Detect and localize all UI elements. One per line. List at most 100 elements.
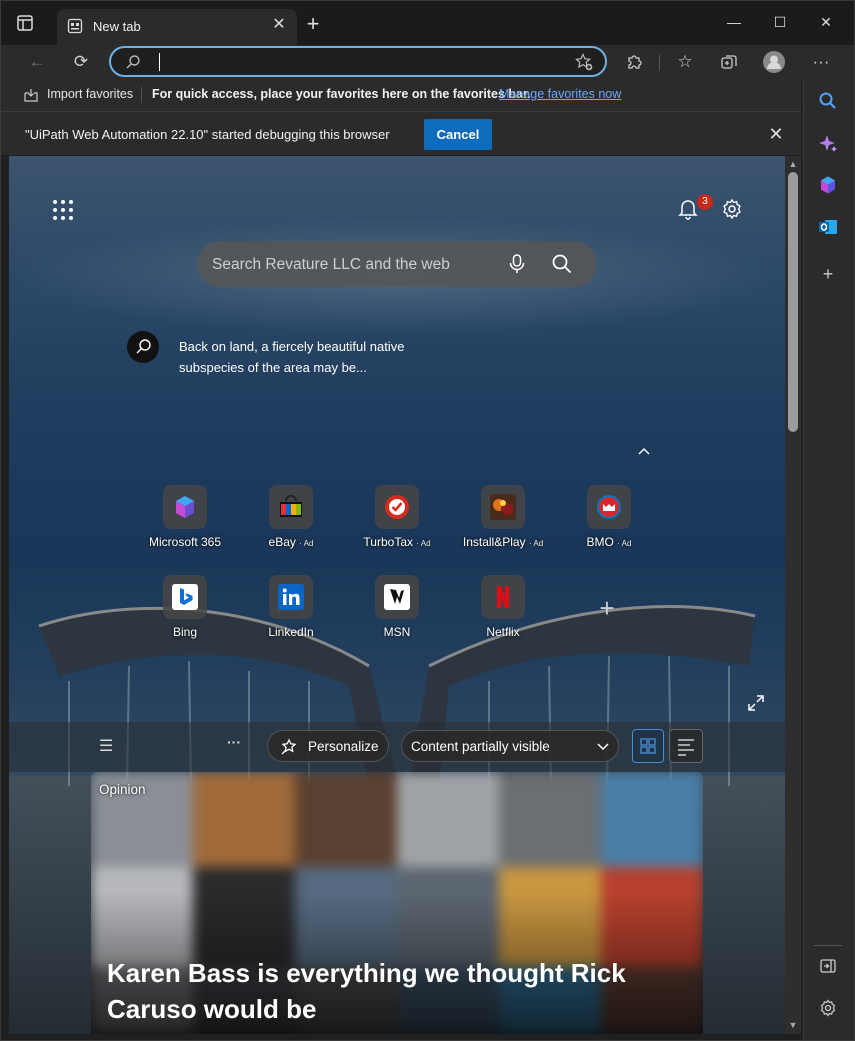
search-submit-icon[interactable] bbox=[551, 253, 573, 275]
quick-link-ebay[interactable]: eBay · Ad bbox=[246, 485, 336, 567]
ebay-icon bbox=[280, 495, 302, 517]
import-favorites-link[interactable]: Import favorites bbox=[47, 87, 133, 101]
search-placeholder: Search Revature LLC and the web bbox=[212, 256, 450, 273]
debugging-infobar: "UiPath Web Automation 22.10" started de… bbox=[1, 111, 801, 155]
tab-bar: New tab ✕ + — ☐ ✕ bbox=[1, 1, 854, 45]
page-scrollbar[interactable]: ▲ ▼ bbox=[785, 156, 801, 1034]
msn-icon bbox=[384, 584, 410, 610]
notifications-bell-icon[interactable] bbox=[677, 198, 699, 220]
more-options-icon[interactable]: ··· bbox=[807, 49, 835, 75]
chevron-down-icon bbox=[596, 739, 610, 753]
feed-menu-icon[interactable]: ☰ bbox=[99, 736, 117, 755]
expand-background-icon[interactable] bbox=[747, 694, 765, 712]
back-icon[interactable]: ← bbox=[23, 49, 51, 75]
tile-label: LinkedIn bbox=[268, 625, 314, 639]
card-headline[interactable]: Karen Bass is everything we thought Rick… bbox=[107, 955, 667, 1027]
favbar-separator bbox=[141, 87, 142, 103]
tile-label: BMO bbox=[586, 535, 614, 549]
favorites-icon[interactable]: ☆ bbox=[671, 49, 699, 75]
tab-title: New tab bbox=[93, 19, 141, 34]
quick-link-netflix[interactable]: Netflix bbox=[458, 575, 548, 657]
turbotax-icon bbox=[385, 495, 409, 519]
microphone-icon[interactable] bbox=[507, 253, 527, 275]
profile-avatar[interactable] bbox=[760, 49, 788, 75]
edge-sidebar: + bbox=[803, 79, 854, 1040]
maximize-icon[interactable]: ☐ bbox=[757, 9, 803, 35]
refresh-icon[interactable]: ⟳ bbox=[67, 49, 95, 75]
search-icon bbox=[125, 54, 141, 70]
grid-icon bbox=[640, 738, 656, 754]
ad-marker: · Ad bbox=[416, 539, 431, 548]
ad-marker: · Ad bbox=[299, 539, 314, 548]
ad-marker: · Ad bbox=[528, 539, 544, 548]
content-visibility-value: Content partially visible bbox=[411, 739, 550, 754]
turbotax-tile-box bbox=[375, 485, 419, 529]
news-card[interactable]: Opinion Karen Bass is everything we thou… bbox=[91, 772, 703, 1034]
image-search-icon[interactable] bbox=[127, 331, 159, 363]
tab-new-tab[interactable]: New tab ✕ bbox=[57, 9, 297, 45]
bing-tile-box bbox=[163, 575, 207, 619]
grid-layout-button[interactable] bbox=[632, 729, 664, 763]
minimize-icon[interactable]: — bbox=[711, 9, 757, 35]
new-tab-page: 3 Search Revature LLC and the web Back o… bbox=[9, 156, 785, 1034]
close-tab-icon[interactable]: ✕ bbox=[269, 15, 289, 35]
list-layout-button[interactable] bbox=[669, 729, 703, 763]
address-input[interactable] bbox=[157, 52, 557, 72]
hide-sidebar-icon[interactable] bbox=[816, 957, 840, 981]
microsoft-365-icon bbox=[176, 496, 194, 518]
scroll-up-icon[interactable]: ▲ bbox=[788, 159, 798, 169]
quick-link-linkedin[interactable]: LinkedIn bbox=[246, 575, 336, 657]
tile-label: Netflix bbox=[486, 625, 520, 639]
personalize-button[interactable]: Personalize bbox=[267, 730, 389, 762]
quick-link-microsoft-365[interactable]: Microsoft 365 bbox=[140, 485, 230, 567]
infobar-message: "UiPath Web Automation 22.10" started de… bbox=[25, 127, 390, 142]
sidebar-search-icon[interactable] bbox=[816, 91, 840, 115]
tile-label: MSN bbox=[383, 625, 411, 639]
manage-favorites-link[interactable]: Manage favorites now bbox=[499, 87, 621, 101]
close-infobar-icon[interactable]: ✕ bbox=[766, 124, 786, 144]
install-play-icon bbox=[490, 494, 516, 520]
tile-label: TurboTax bbox=[363, 535, 413, 549]
add-sidebar-app-icon[interactable]: + bbox=[816, 262, 840, 286]
netflix-tile-box bbox=[481, 575, 525, 619]
toolbar: ← ⟳ ☆ ··· bbox=[1, 45, 854, 79]
outlook-icon[interactable] bbox=[816, 217, 840, 241]
content-visibility-select[interactable]: Content partially visible bbox=[401, 730, 619, 762]
toolbar-separator bbox=[659, 55, 660, 71]
tile-label: Install&Play bbox=[462, 535, 526, 549]
quick-link-install-play[interactable]: Install&Play · Ad bbox=[458, 485, 548, 567]
close-window-icon[interactable]: ✕ bbox=[803, 9, 849, 35]
import-icon bbox=[23, 87, 39, 103]
collapse-chevron-icon[interactable] bbox=[635, 444, 653, 462]
page-settings-gear-icon[interactable] bbox=[721, 198, 743, 220]
browser-window: New tab ✕ + — ☐ ✕ ← ⟳ ☆ ··· Import favor… bbox=[0, 0, 855, 1041]
add-favorite-icon[interactable] bbox=[575, 53, 593, 71]
image-info-text: Back on land, a fiercely beautiful nativ… bbox=[179, 339, 405, 375]
apps-launcher-icon[interactable] bbox=[51, 198, 75, 222]
feed-more-icon[interactable]: ··· bbox=[227, 734, 245, 752]
copilot-sparkle-icon[interactable] bbox=[816, 134, 840, 158]
list-icon bbox=[678, 739, 694, 756]
add-shortcut-button[interactable]: + bbox=[595, 595, 619, 621]
scrollbar-thumb[interactable] bbox=[788, 172, 798, 432]
bing-icon bbox=[172, 584, 198, 610]
sidebar-settings-icon[interactable] bbox=[816, 999, 840, 1023]
linkedin-icon bbox=[278, 584, 304, 610]
address-bar[interactable] bbox=[109, 46, 607, 77]
quick-link-turbotax[interactable]: TurboTax · Ad bbox=[352, 485, 442, 567]
cancel-button[interactable]: Cancel bbox=[424, 119, 492, 150]
office-icon[interactable] bbox=[816, 175, 840, 199]
web-search-box[interactable]: Search Revature LLC and the web bbox=[197, 241, 597, 287]
tile-label: Microsoft 365 bbox=[148, 535, 222, 549]
quick-link-bmo[interactable]: BMO · Ad bbox=[564, 485, 654, 567]
notification-badge: 3 bbox=[697, 194, 713, 210]
tab-actions-icon[interactable] bbox=[15, 13, 35, 33]
extensions-icon[interactable] bbox=[621, 49, 649, 75]
quick-link-msn[interactable]: MSN bbox=[352, 575, 442, 657]
msn-tile-box bbox=[375, 575, 419, 619]
collections-icon[interactable] bbox=[715, 49, 743, 75]
quick-link-bing[interactable]: Bing bbox=[140, 575, 230, 657]
bmo-tile-box bbox=[587, 485, 631, 529]
scroll-down-icon[interactable]: ▼ bbox=[788, 1020, 798, 1030]
new-tab-button[interactable]: + bbox=[301, 13, 325, 37]
